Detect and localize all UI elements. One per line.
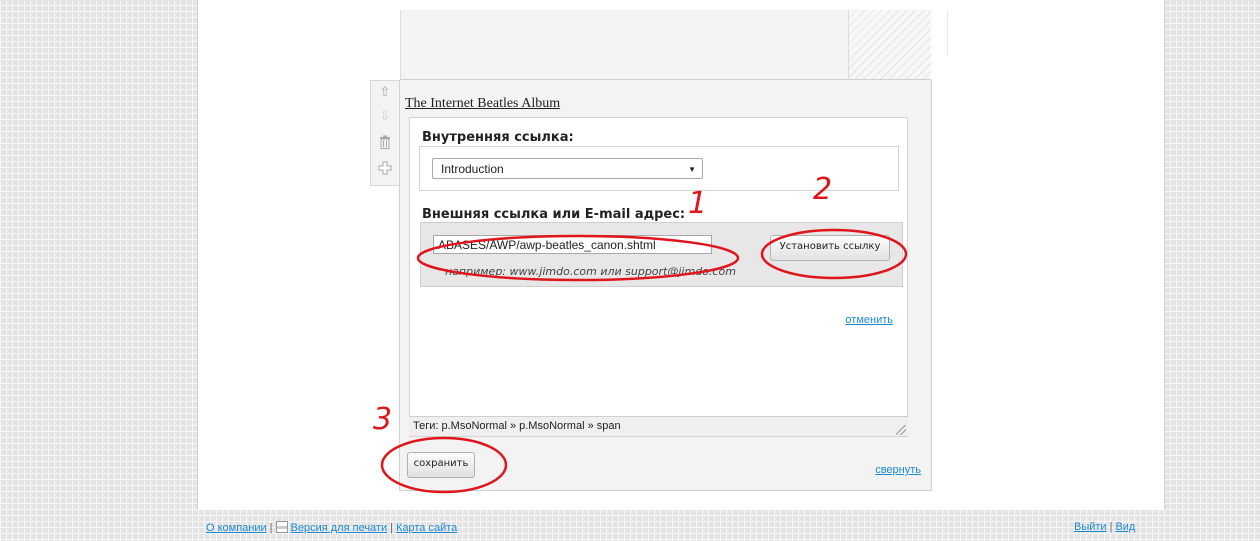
- print-version-link[interactable]: Версия для печати: [291, 522, 388, 534]
- element-path: Теги: p.MsoNormal » p.MsoNormal » span: [413, 420, 621, 432]
- cancel-link[interactable]: отменить: [845, 314, 893, 326]
- internal-link-selected: Introduction: [441, 162, 504, 176]
- logout-link[interactable]: Выйти: [1074, 521, 1107, 533]
- footer-account-links: Выйти | Вид: [1074, 521, 1135, 533]
- separator: |: [1109, 521, 1113, 533]
- view-link[interactable]: Вид: [1115, 521, 1135, 533]
- separator: |: [269, 522, 273, 534]
- printer-icon: [275, 521, 288, 533]
- arrow-up-icon[interactable]: ⇧: [377, 85, 393, 101]
- save-button[interactable]: сохранить: [407, 452, 475, 478]
- hatched-placeholder: [848, 10, 931, 79]
- column-divider: [947, 10, 948, 56]
- sitemap-link[interactable]: Карта сайта: [396, 522, 457, 534]
- element-toolbar: ⇧ ⇩: [370, 80, 400, 186]
- external-link-label: Внешняя ссылка или E-mail адрес:: [422, 207, 686, 222]
- about-link[interactable]: О компании: [206, 522, 267, 534]
- chevron-down-icon: ▼: [688, 165, 696, 174]
- link-dialog: Внутренняя ссылка: Introduction ▼ Внешня…: [409, 117, 908, 338]
- text-editor-panel: The Internet Beatles Album Внутренняя сс…: [399, 80, 932, 491]
- separator: |: [390, 522, 393, 534]
- internal-link-label: Внутренняя ссылка:: [422, 130, 574, 145]
- editor-text-link[interactable]: The Internet Beatles Album: [405, 96, 560, 112]
- external-link-example: например: www.jimdo.com или support@jimd…: [445, 265, 736, 278]
- previous-content-block: [400, 10, 931, 80]
- add-icon[interactable]: [377, 161, 393, 177]
- footer-links: О компании | Версия для печати | Карта сайта: [206, 521, 457, 534]
- set-link-button[interactable]: Установить ссылку: [770, 235, 890, 261]
- trash-icon[interactable]: [377, 135, 393, 151]
- external-link-box: Установить ссылку например: www.jimdo.co…: [420, 222, 903, 287]
- collapse-link[interactable]: свернуть: [875, 464, 921, 476]
- internal-link-box: Introduction ▼: [419, 146, 899, 191]
- internal-link-select[interactable]: Introduction ▼: [432, 158, 703, 179]
- external-link-input[interactable]: [433, 235, 712, 254]
- arrow-down-icon[interactable]: ⇩: [377, 109, 393, 125]
- editor-status-bar: Теги: p.MsoNormal » p.MsoNormal » span: [409, 416, 908, 436]
- resize-grip-icon[interactable]: [896, 425, 906, 435]
